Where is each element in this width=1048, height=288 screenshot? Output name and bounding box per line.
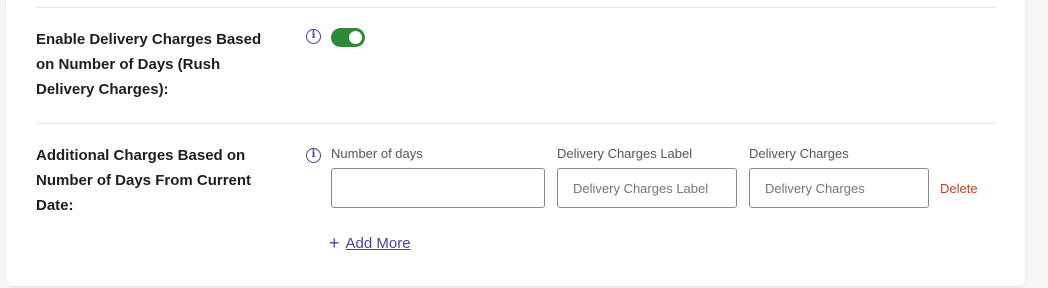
- rush-delivery-label: Enable Delivery Charges Based on Number …: [36, 31, 262, 98]
- add-more-label: Add More: [345, 235, 411, 252]
- delete-button[interactable]: Delete: [940, 181, 978, 196]
- info-icon[interactable]: i: [306, 148, 321, 163]
- top-divider: [36, 7, 996, 8]
- charges-label-field-label: Delivery Charges Label: [557, 146, 693, 161]
- add-more-button[interactable]: + Add More: [329, 233, 411, 254]
- info-icon[interactable]: i: [306, 29, 321, 44]
- days-field-label: Number of days: [331, 146, 423, 161]
- row-divider: [36, 123, 996, 124]
- toggle-knob: [349, 31, 362, 44]
- charges-field-label: Delivery Charges: [749, 146, 849, 161]
- charges-label-input[interactable]: [557, 168, 737, 208]
- rush-delivery-toggle[interactable]: [331, 28, 365, 47]
- charges-input[interactable]: [749, 168, 929, 208]
- plus-icon: +: [329, 233, 340, 253]
- additional-charges-label: Additional Charges Based on Number of Da…: [36, 147, 252, 214]
- days-input[interactable]: [331, 168, 545, 208]
